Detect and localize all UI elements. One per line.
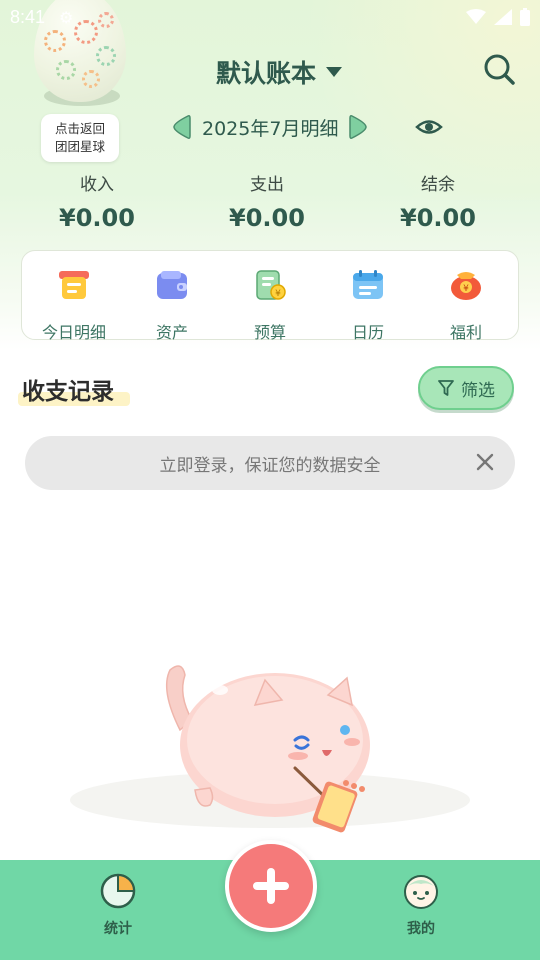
account-book-selector[interactable]: 默认账本 bbox=[216, 54, 343, 90]
summary-row: 收入 ¥0.00 支出 ¥0.00 结余 ¥0.00 bbox=[0, 172, 540, 242]
quick-item-label: 资产 bbox=[155, 323, 188, 342]
quick-item-label: 今日明细 bbox=[41, 323, 106, 342]
next-month-icon[interactable] bbox=[348, 113, 370, 141]
egg-pattern bbox=[96, 46, 116, 66]
quick-item-budget[interactable]: ¥ 预算 bbox=[221, 251, 319, 342]
login-banner[interactable]: 立即登录，保证您的数据安全 bbox=[25, 436, 515, 490]
empty-state-cat-illustration bbox=[70, 665, 470, 833]
egg-pattern bbox=[82, 70, 100, 88]
plus-icon bbox=[253, 868, 289, 904]
calendar-icon bbox=[353, 270, 383, 299]
egg-pattern bbox=[56, 60, 76, 80]
balance-value: ¥0.00 bbox=[400, 204, 476, 232]
balance-label: 结余 bbox=[421, 175, 455, 195]
search-icon[interactable] bbox=[482, 52, 516, 86]
filter-button[interactable]: 筛选 bbox=[418, 366, 514, 410]
income-summary: 收入 ¥0.00 bbox=[27, 172, 167, 232]
quick-item-label: 预算 bbox=[253, 323, 286, 342]
eye-icon[interactable] bbox=[415, 114, 443, 140]
month-navigator: 2025年7月明细 bbox=[170, 112, 370, 142]
nav-mine-label: 我的 bbox=[407, 921, 435, 937]
income-label: 收入 bbox=[80, 175, 114, 195]
settings-gear-icon: ⚙ bbox=[59, 7, 74, 27]
login-banner-text: 立即登录，保证您的数据安全 bbox=[159, 455, 381, 476]
profile-avatar-icon bbox=[404, 875, 438, 909]
prev-month-icon[interactable] bbox=[170, 113, 192, 141]
wifi-icon bbox=[466, 9, 486, 24]
wallet-icon bbox=[157, 271, 187, 299]
red-envelope-icon: ¥ bbox=[451, 272, 481, 300]
status-icons bbox=[466, 8, 530, 26]
quick-item-assets[interactable]: 资产 bbox=[123, 251, 221, 342]
expense-summary: 支出 ¥0.00 bbox=[197, 172, 337, 232]
quick-item-label: 福利 bbox=[449, 323, 482, 342]
nav-stats-label: 统计 bbox=[104, 921, 132, 937]
records-title-text: 收支记录 bbox=[22, 379, 114, 405]
quick-item-today[interactable]: 今日明细 bbox=[25, 251, 123, 342]
filter-label: 筛选 bbox=[461, 380, 495, 401]
quick-item-calendar[interactable]: 日历 bbox=[319, 251, 417, 342]
balance-summary: 结余 ¥0.00 bbox=[368, 172, 508, 232]
month-label[interactable]: 2025年7月明细 bbox=[202, 114, 338, 141]
book-title: 默认账本 bbox=[216, 59, 317, 88]
close-icon[interactable] bbox=[473, 450, 497, 474]
quick-menu: 今日明细 资产 ¥ 预算 日历 ¥ 福利 bbox=[21, 250, 519, 342]
nav-stats[interactable]: 统计 bbox=[78, 872, 158, 938]
add-record-button[interactable] bbox=[225, 840, 317, 932]
back-to-planet-label[interactable]: 点击返回 团团星球 bbox=[41, 114, 119, 162]
battery-icon bbox=[520, 8, 530, 26]
expense-value: ¥0.00 bbox=[229, 204, 305, 232]
list-icon bbox=[59, 271, 89, 299]
nav-mine[interactable]: 我的 bbox=[381, 872, 461, 938]
income-value: ¥0.00 bbox=[59, 204, 135, 232]
records-title: 收支记录 bbox=[18, 372, 130, 406]
filter-icon bbox=[438, 380, 454, 396]
status-time: 8:41 bbox=[10, 6, 46, 27]
pie-chart-icon bbox=[100, 873, 136, 909]
budget-icon: ¥ bbox=[256, 270, 286, 300]
egg-label-line1: 点击返回 bbox=[54, 121, 105, 136]
signal-icon bbox=[494, 9, 512, 25]
egg-label-line2: 团团星球 bbox=[54, 139, 105, 154]
svg-text:¥: ¥ bbox=[275, 289, 281, 299]
status-bar: 8:41 ⚙ bbox=[0, 0, 540, 34]
dropdown-caret-icon bbox=[326, 67, 343, 77]
quick-item-welfare[interactable]: ¥ 福利 bbox=[417, 251, 515, 342]
expense-label: 支出 bbox=[250, 175, 284, 195]
svg-text:¥: ¥ bbox=[463, 284, 469, 294]
quick-item-label: 日历 bbox=[351, 323, 384, 342]
